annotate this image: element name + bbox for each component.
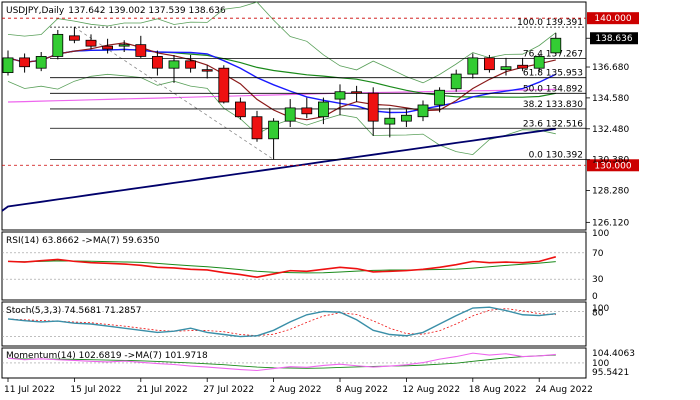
candle-body (52, 33, 64, 57)
candle-body (317, 101, 329, 118)
y-tick-label: 132.480 (592, 125, 629, 135)
candle-body (151, 56, 163, 69)
candle-body (69, 35, 80, 41)
candle-body (135, 44, 147, 57)
fib-level-label: 50.0 134.892 (523, 84, 583, 94)
candle-body (35, 56, 47, 69)
y-tick-label: 128.280 (592, 187, 629, 197)
stoch-label: Stoch(5,3,3) 74.5681 71.2857 (6, 306, 141, 316)
candle-body (384, 117, 396, 125)
candle-body (185, 60, 197, 69)
candle-body (284, 107, 296, 122)
x-tick-label: 21 Jul 2022 (137, 385, 188, 395)
candle-body (85, 39, 97, 47)
candle-body (2, 57, 14, 74)
candle-body (483, 57, 495, 71)
rsi-tick-label: 0 (592, 292, 598, 302)
y-tick-label: 130.380 (592, 156, 629, 166)
fib-level-label: 38.2 133.830 (523, 100, 583, 110)
candle-body (334, 91, 346, 100)
rsi-tick-label: 30 (592, 275, 604, 285)
candle-body (533, 56, 545, 69)
chart-window: USDJPY,Daily 137.642 139.002 137.539 138.… (0, 0, 700, 400)
x-tick-label: 24 Aug 2022 (535, 385, 593, 395)
chart-title: USDJPY,Daily 137.642 139.002 137.539 138.… (6, 6, 226, 16)
candle-body (450, 73, 462, 90)
momentum-tick-label: 95.5421 (592, 368, 629, 378)
candle-body (467, 57, 479, 75)
y-tick-label: 126.120 (592, 218, 629, 228)
candle-body (351, 91, 363, 94)
fib-level-label: 61.8 135.953 (523, 69, 583, 79)
candle-body (417, 104, 429, 118)
candle-body (102, 45, 113, 50)
candle-body (500, 66, 512, 71)
candle-body (301, 107, 313, 115)
rsi-label: RSI(14) 63.8662 ->MA(7) 59.6350 (6, 236, 160, 246)
rsi-tick-label: 100 (592, 229, 609, 239)
candle-body (218, 67, 230, 103)
candle-body (201, 69, 213, 72)
x-tick-label: 11 Jul 2022 (4, 385, 55, 395)
fib-level-label: 23.6 132.516 (523, 119, 583, 129)
candle-body (268, 120, 280, 140)
candle-body (517, 64, 528, 69)
candle-body (434, 89, 446, 106)
candle-body (234, 101, 246, 118)
candle-body (168, 60, 180, 69)
candle-body (400, 114, 412, 122)
momentum-tick-label: 104.4063 (592, 349, 635, 359)
y-tick-label: 134.580 (592, 94, 629, 104)
stoch-tick-label: 80 (592, 308, 604, 318)
momentum-label: Momentum(14) 102.6819 ->MA(7) 101.9718 (6, 351, 208, 361)
candle-body (251, 116, 263, 140)
fib-level-label: 0.0 130.392 (529, 151, 583, 161)
candle-body (550, 37, 562, 54)
fib-level-label: 100.0 139.391 (517, 18, 583, 28)
y-tick-label: 136.680 (592, 63, 629, 73)
candle-body (19, 57, 31, 68)
candle-body (367, 92, 379, 122)
x-tick-label: 8 Aug 2022 (336, 385, 388, 395)
rsi-tick-label: 70 (592, 249, 604, 259)
x-tick-label: 15 Jul 2022 (70, 385, 121, 395)
chart-canvas: USDJPY,Daily 137.642 139.002 137.539 138.… (1, 1, 639, 395)
current-price-label: 138.636 (595, 34, 632, 44)
x-tick-label: 18 Aug 2022 (469, 385, 527, 395)
x-tick-label: 12 Aug 2022 (402, 385, 460, 395)
candle-body (118, 44, 130, 47)
red-level-tag-label: 140.000 (594, 14, 631, 24)
x-tick-label: 2 Aug 2022 (270, 385, 322, 395)
x-tick-label: 27 Jul 2022 (203, 385, 254, 395)
